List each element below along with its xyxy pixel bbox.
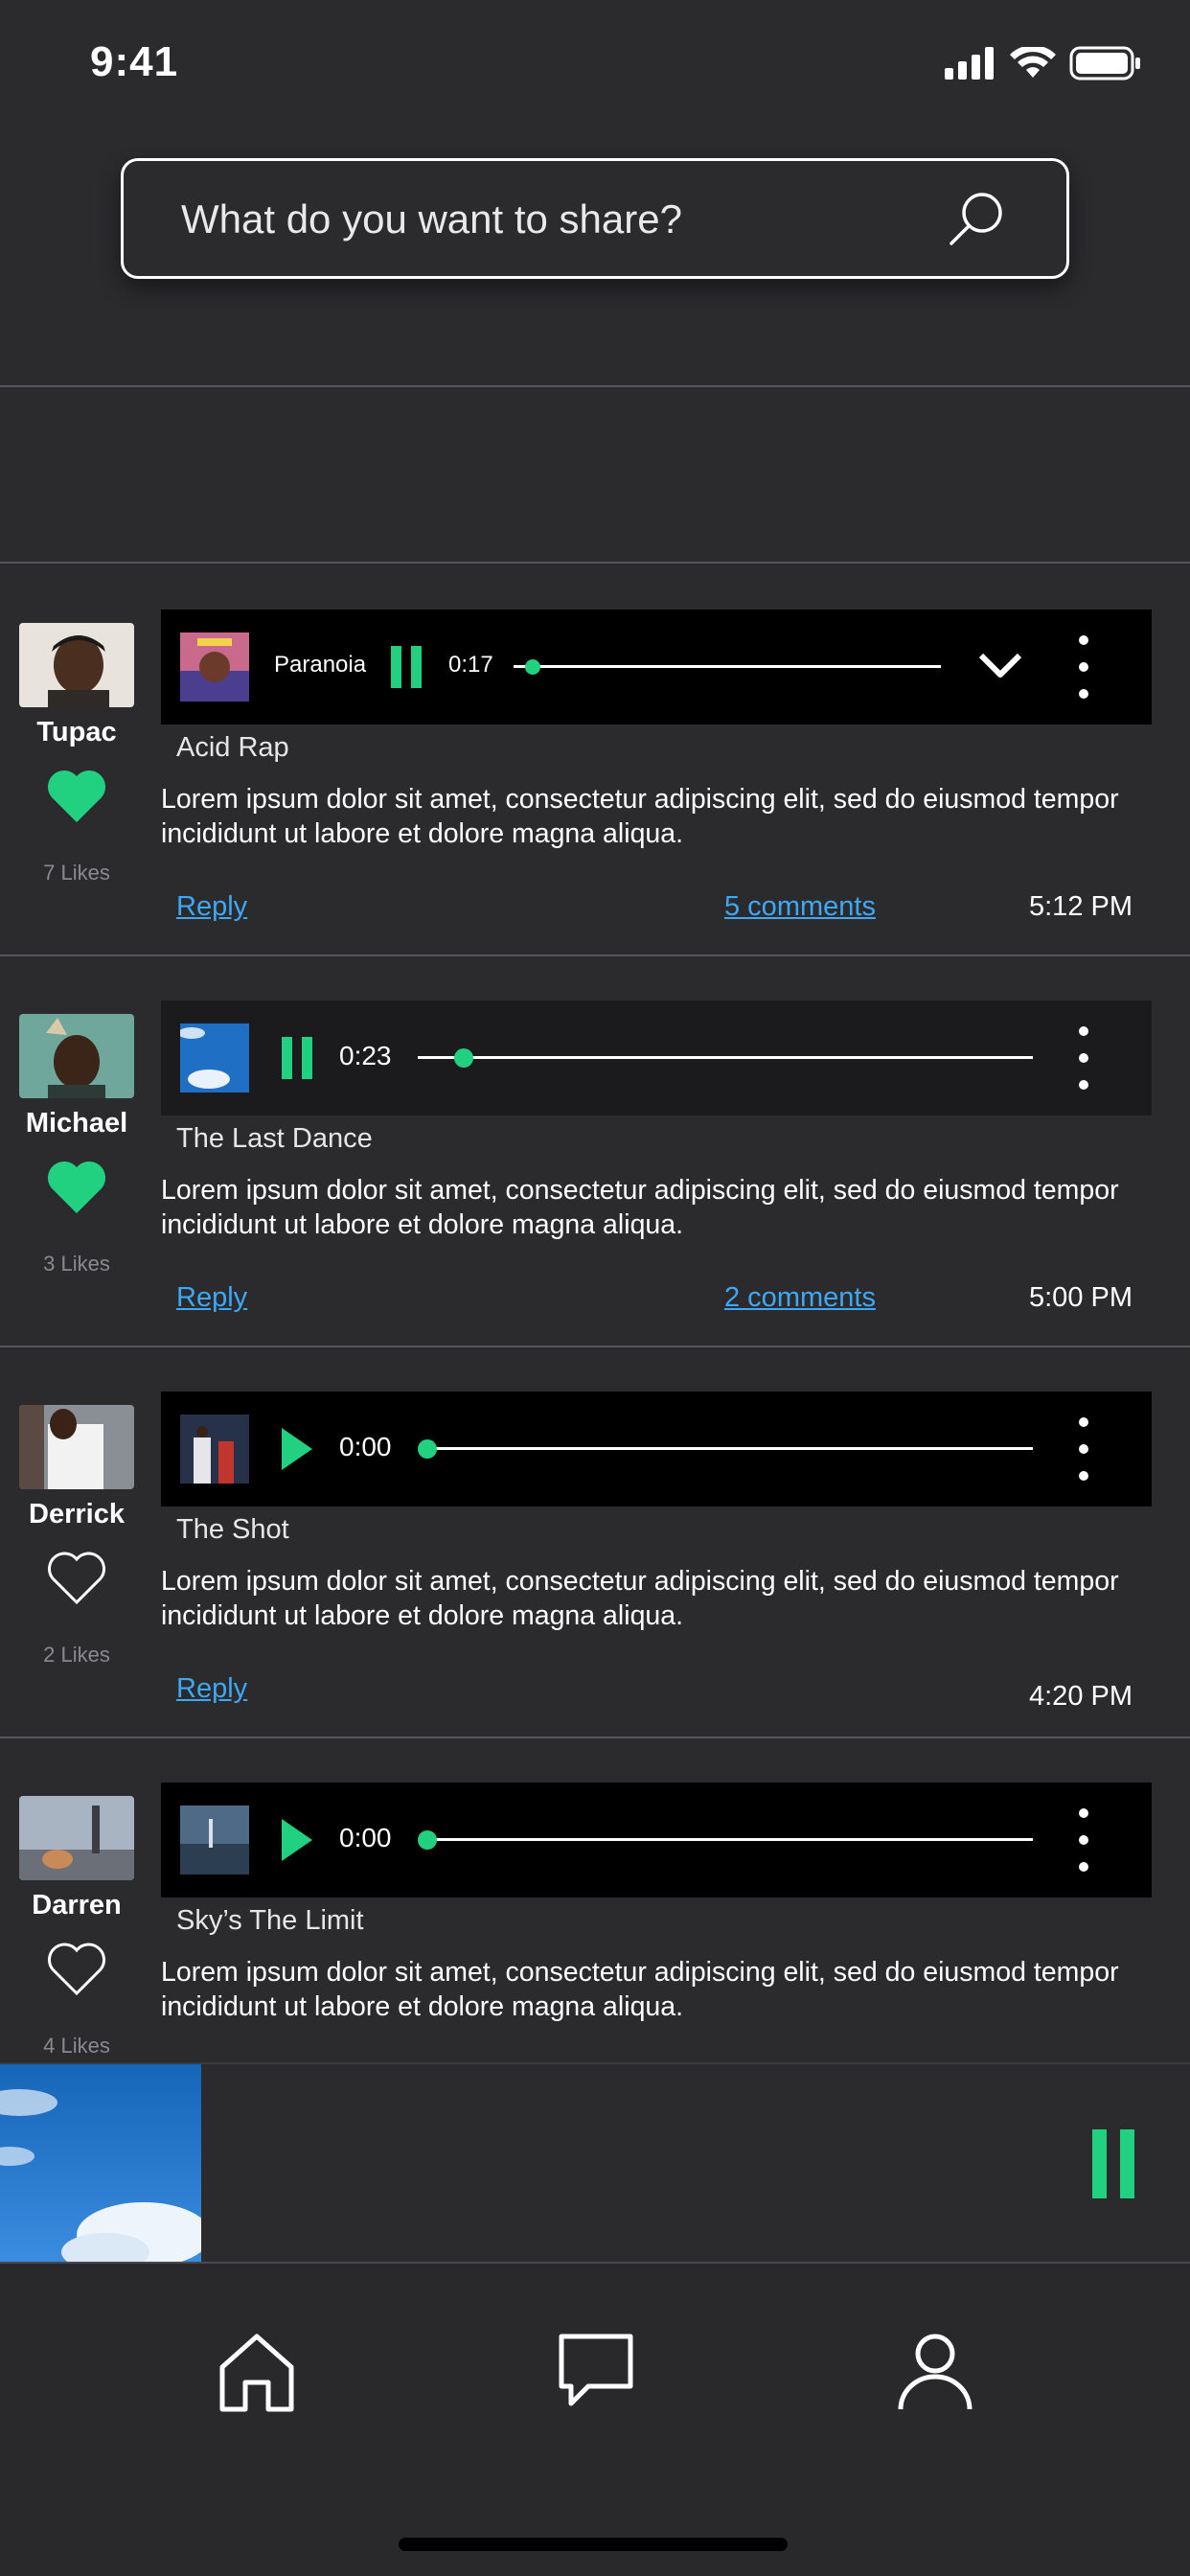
song-title: Acid Rap (176, 732, 289, 763)
playback-time: 0:00 (339, 1823, 392, 1852)
audio-player: Paranoia 0:17 (161, 610, 1152, 724)
heart-outline-icon[interactable] (46, 1942, 107, 1997)
share-input[interactable]: What do you want to share? (121, 158, 1069, 279)
tab-bar (0, 2262, 1190, 2576)
chevron-down-icon[interactable] (977, 650, 1023, 680)
post-item: Tupac 7 Likes Paranoia 0:17 Acid Rap Lor (0, 610, 1190, 1000)
divider (0, 954, 1190, 956)
post-body: Lorem ipsum dolor sit amet, consectetur … (161, 1175, 1119, 1240)
status-icons (945, 46, 1142, 80)
more-vertical-icon[interactable] (1077, 1414, 1090, 1484)
heart-filled-icon[interactable] (46, 1160, 107, 1215)
playback-time: 0:17 (448, 652, 493, 678)
post-time: 4:20 PM (1029, 1681, 1133, 1712)
likes-count: 7 Likes (43, 861, 110, 885)
username[interactable]: Tupac (0, 717, 153, 748)
username[interactable]: Michael (0, 1108, 153, 1139)
pause-icon[interactable] (389, 644, 423, 690)
album-cover (180, 1414, 249, 1484)
pause-icon[interactable] (280, 1035, 314, 1081)
more-vertical-icon[interactable] (1077, 1024, 1090, 1092)
search-icon[interactable] (946, 190, 1007, 251)
post-time: 5:00 PM (1029, 1282, 1133, 1313)
wifi-icon (1010, 47, 1056, 78)
home-indicator (399, 2538, 788, 2551)
album-cover (180, 1806, 249, 1874)
post-body: Lorem ipsum dolor sit amet, consectetur … (161, 1566, 1119, 1631)
audio-player: 0:00 (161, 1782, 1152, 1898)
reply-link[interactable]: Reply (176, 891, 247, 923)
comments-link[interactable]: 5 comments (724, 891, 876, 923)
song-title: The Last Dance (176, 1123, 373, 1154)
post-item: Derrick 2 Likes 0:00 The Shot Lorem ipsu… (0, 1392, 1190, 1782)
chat-icon[interactable] (556, 2331, 636, 2413)
post-body: Lorem ipsum dolor sit amet, consectetur … (161, 1957, 1119, 2022)
audio-player: 0:23 (161, 1000, 1152, 1116)
album-cover (180, 632, 249, 702)
heart-outline-icon[interactable] (46, 1551, 107, 1606)
share-placeholder: What do you want to share? (181, 196, 682, 242)
song-title: The Shot (176, 1514, 289, 1545)
battery-icon (1069, 46, 1140, 80)
divider (0, 562, 1190, 564)
album-cover (180, 1024, 249, 1092)
progress-knob[interactable] (525, 659, 540, 675)
reply-link[interactable]: Reply (176, 1673, 247, 1705)
progress-knob[interactable] (454, 1048, 473, 1068)
post-time: 5:12 PM (1029, 891, 1133, 922)
username[interactable]: Derrick (0, 1499, 153, 1530)
now-playing-cover[interactable] (0, 2064, 201, 2264)
username[interactable]: Darren (0, 1890, 153, 1921)
progress-track[interactable] (514, 665, 941, 668)
progress-track[interactable] (427, 1447, 1033, 1450)
more-vertical-icon[interactable] (1077, 632, 1090, 702)
divider (0, 1346, 1190, 1347)
status-bar: 9:41 (0, 0, 1190, 125)
song-title: Sky’s The Limit (176, 1905, 364, 1936)
avatar[interactable] (19, 1405, 134, 1489)
likes-count: 3 Likes (43, 1252, 110, 1276)
audio-player: 0:00 (161, 1392, 1152, 1506)
post-item: Michael 3 Likes 0:23 The Last Dance Lore… (0, 1000, 1190, 1392)
likes-count: 2 Likes (43, 1643, 110, 1667)
home-icon[interactable] (217, 2331, 297, 2413)
playback-time: 0:23 (339, 1041, 392, 1070)
track-name: Paranoia (274, 652, 367, 678)
avatar[interactable] (19, 623, 134, 707)
likes-count: 4 Likes (43, 2034, 110, 2058)
signal-icon (945, 47, 994, 80)
avatar[interactable] (19, 1014, 134, 1098)
progress-knob[interactable] (418, 1439, 437, 1459)
divider (0, 385, 1190, 387)
profile-icon[interactable] (895, 2331, 975, 2413)
avatar[interactable] (19, 1796, 134, 1880)
play-icon[interactable] (280, 1817, 314, 1863)
progress-track[interactable] (427, 1838, 1033, 1841)
pause-icon[interactable] (1090, 2128, 1136, 2200)
progress-track[interactable] (418, 1056, 1033, 1059)
more-vertical-icon[interactable] (1077, 1806, 1090, 1874)
status-time: 9:41 (90, 38, 179, 85)
post-body: Lorem ipsum dolor sit amet, consectetur … (161, 784, 1119, 849)
play-icon[interactable] (280, 1426, 314, 1472)
comments-link[interactable]: 2 comments (724, 1282, 876, 1314)
divider (0, 1736, 1190, 1738)
reply-link[interactable]: Reply (176, 1282, 247, 1314)
playback-time: 0:00 (339, 1432, 392, 1461)
now-playing-bar[interactable] (0, 2062, 1190, 2264)
progress-knob[interactable] (418, 1830, 437, 1850)
heart-filled-icon[interactable] (46, 769, 107, 824)
